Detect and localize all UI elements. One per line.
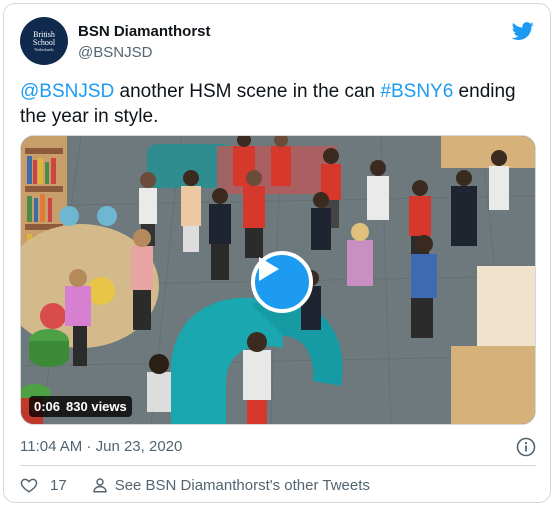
info-icon[interactable]	[516, 437, 536, 457]
hashtag-link[interactable]: #BSNY6	[380, 81, 453, 102]
video-player[interactable]: 0:06 830 views	[20, 135, 536, 425]
play-icon	[259, 257, 279, 281]
video-duration: 0:06	[34, 399, 61, 414]
video-info-badge: 0:06 830 views	[29, 396, 132, 417]
tweet-timestamp[interactable]: 11:04 AM · Jun 23, 2020	[20, 438, 182, 455]
mention-link[interactable]: @BSNJSD	[20, 81, 114, 102]
avatar-text-2: School	[32, 37, 56, 47]
avatar[interactable]: British School Netherlands	[20, 17, 68, 65]
tweet-time: 11:04 AM	[20, 438, 83, 455]
tweet-card[interactable]: British School Netherlands BSN Diamantho…	[3, 3, 551, 503]
video-views: 830 views	[66, 399, 127, 414]
heart-icon[interactable]	[20, 476, 38, 494]
avatar-text-3: Netherlands	[34, 46, 54, 52]
tweet-text-part1: another HSM scene in the can	[114, 81, 381, 102]
timestamp-separator: ·	[82, 438, 96, 455]
account-name[interactable]: BSN Diamanthorst	[78, 23, 211, 40]
tweet-actions: 17 See BSN Diamanthorst's other Tweets	[20, 476, 370, 494]
like-count[interactable]: 17	[50, 477, 67, 494]
person-icon	[92, 478, 107, 493]
play-button[interactable]	[251, 251, 313, 313]
twitter-bird-icon[interactable]	[510, 20, 536, 42]
account-handle[interactable]: @BSNJSD	[78, 44, 152, 61]
tweet-date: Jun 23, 2020	[95, 438, 183, 455]
divider	[20, 465, 536, 466]
other-tweets-link[interactable]: See BSN Diamanthorst's other Tweets	[115, 477, 370, 494]
tweet-text: @BSNJSD another HSM scene in the can #BS…	[20, 79, 530, 129]
